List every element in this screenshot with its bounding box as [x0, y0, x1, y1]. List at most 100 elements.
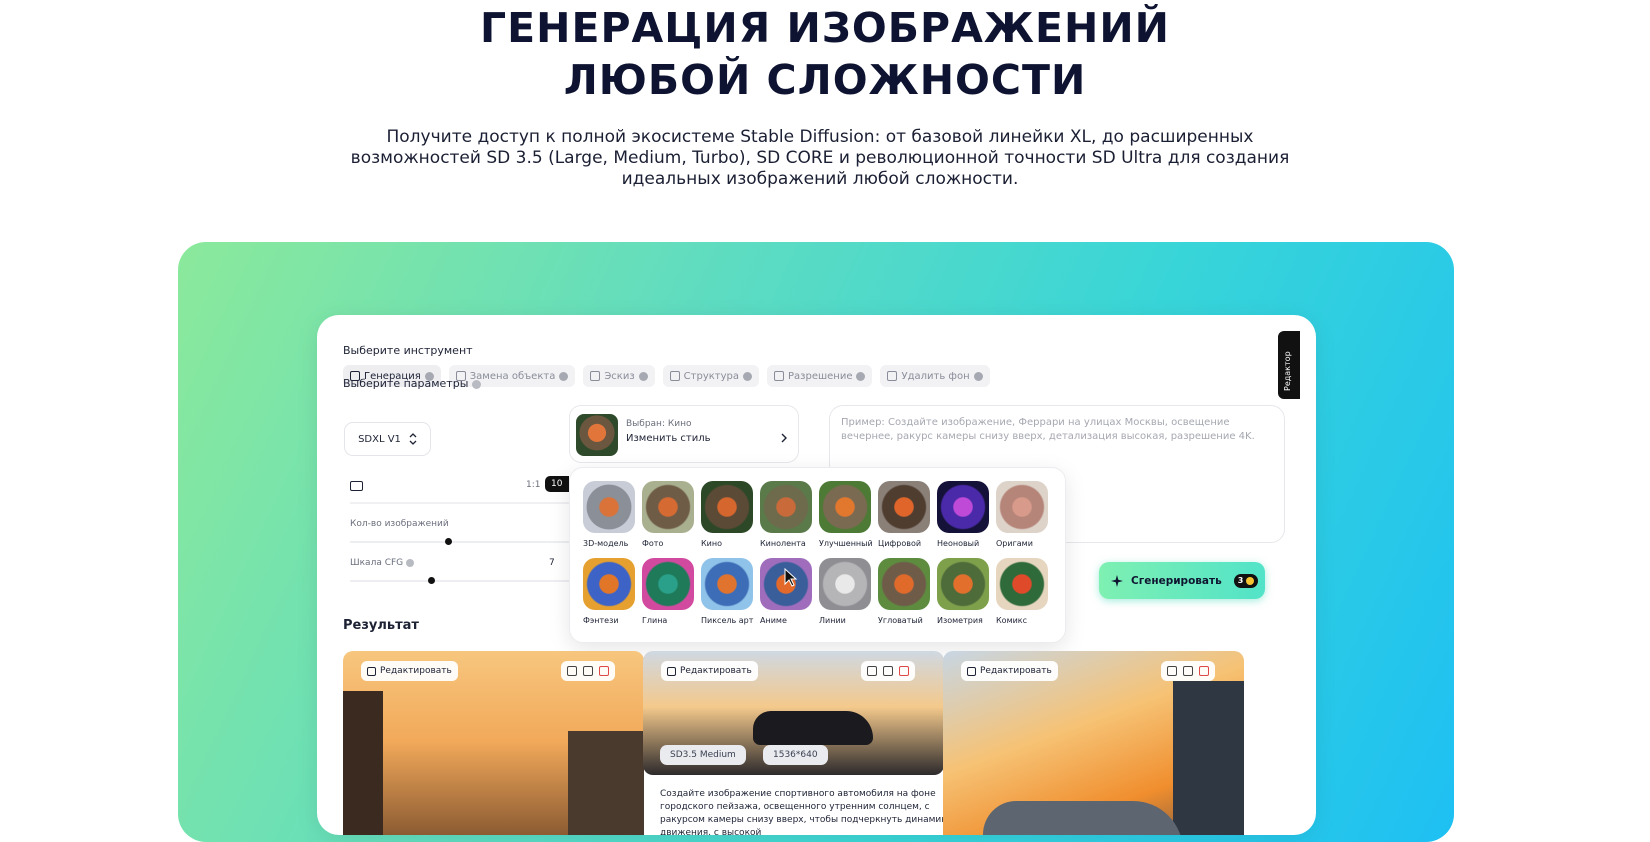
style-origami[interactable]: Оригами	[996, 481, 1050, 548]
style-lines[interactable]: Линии	[819, 558, 873, 625]
style-thumb	[583, 558, 635, 610]
style-neon[interactable]: Неоновый	[937, 481, 991, 548]
chevron-updown-icon	[409, 433, 417, 445]
model-select[interactable]: SDXL V1	[344, 422, 431, 456]
style-thumb	[937, 558, 989, 610]
edit-icon	[667, 666, 676, 676]
model-value: SDXL V1	[358, 433, 401, 445]
edit-button[interactable]: Редактировать	[661, 661, 758, 681]
style-label: Линии	[819, 616, 846, 625]
building-shape	[343, 691, 383, 835]
editor-side-tab[interactable]: Редактор	[1278, 331, 1300, 399]
style-label: Аниме	[760, 616, 787, 625]
style-selector[interactable]: Выбран: Кино Изменить стиль	[569, 405, 799, 463]
edit-button[interactable]: Редактировать	[361, 661, 458, 681]
style-thumb	[642, 481, 694, 533]
cursor-icon	[784, 568, 798, 587]
app-window: Выберите инструмент Генерация Замена объ…	[317, 315, 1316, 835]
building-shape	[1173, 681, 1244, 835]
info-icon	[856, 371, 866, 381]
style-isometric[interactable]: Изометрия	[937, 558, 991, 625]
style-label: Оригами	[996, 539, 1033, 548]
selected-style-thumb	[576, 414, 618, 456]
style-label: Кино	[701, 539, 723, 548]
result-card-1[interactable]: Редактировать	[343, 651, 644, 835]
style-clay[interactable]: Глина	[642, 558, 696, 625]
edit-icon	[967, 666, 976, 676]
tab-resolution[interactable]: Разрешение	[767, 365, 873, 387]
style-popover: 3D-модель Фото Кино Кинолента Улучшенный…	[569, 467, 1066, 643]
card-actions	[1161, 661, 1215, 681]
tab-label: Удалить фон	[901, 370, 970, 382]
style-label: Комикс	[996, 616, 1028, 625]
share-icon[interactable]	[867, 666, 877, 676]
tab-label: Разрешение	[788, 370, 853, 382]
download-icon[interactable]	[1183, 666, 1193, 676]
count-label: Кол-во изображений	[350, 519, 449, 529]
share-icon[interactable]	[567, 666, 577, 676]
card-actions	[861, 661, 915, 681]
editor-tab-label: Редактор	[1283, 351, 1292, 391]
download-icon[interactable]	[583, 666, 593, 676]
share-icon[interactable]	[1167, 666, 1177, 676]
tab-structure[interactable]: Структура	[662, 365, 760, 387]
style-photo[interactable]: Фото	[642, 481, 696, 548]
ratio-left[interactable]: 1:1	[526, 480, 540, 490]
generate-label: Сгенерировать	[1131, 574, 1222, 587]
trash-icon[interactable]	[599, 666, 609, 676]
style-thumb	[878, 481, 930, 533]
credit-count: 3	[1237, 576, 1244, 585]
params-label: Выберите параметры	[343, 377, 481, 390]
cfg-label-text: Шкала CFG	[350, 558, 404, 568]
style-cinema[interactable]: Кино	[701, 481, 755, 548]
building-shape	[568, 731, 644, 835]
cfg-slider-handle[interactable]	[428, 577, 435, 584]
tab-remove-bg[interactable]: Удалить фон	[880, 365, 990, 387]
count-slider-track[interactable]	[350, 541, 569, 543]
style-3d[interactable]: 3D-модель	[583, 481, 637, 548]
subtitle-line2: возможностей SD 3.5 (Large, Medium, Turb…	[350, 148, 1290, 168]
edit-label: Редактировать	[680, 666, 752, 676]
edit-icon	[367, 666, 376, 676]
model-tag: SD3.5 Medium	[660, 745, 746, 765]
hero-subtitle: Получите доступ к полной экосистеме Stab…	[300, 127, 1340, 190]
trash-icon[interactable]	[899, 666, 909, 676]
count-slider-handle[interactable]	[445, 538, 452, 545]
style-pixel-art[interactable]: Пиксель арт	[701, 558, 755, 625]
ratio-active[interactable]: 10	[545, 476, 569, 492]
edit-button[interactable]: Редактировать	[961, 661, 1058, 681]
style-thumb	[937, 481, 989, 533]
car-shape	[983, 801, 1183, 835]
style-comic[interactable]: Комикс	[996, 558, 1050, 625]
info-icon	[559, 371, 569, 381]
edit-label: Редактировать	[380, 666, 452, 676]
style-thumb	[878, 558, 930, 610]
style-enhanced[interactable]: Улучшенный	[819, 481, 873, 548]
style-film[interactable]: Кинолента	[760, 481, 814, 548]
sparkle-icon	[1111, 574, 1123, 587]
resize-icon	[774, 371, 785, 381]
style-label: Фото	[642, 539, 664, 548]
car-shape	[753, 711, 873, 745]
tab-sketch[interactable]: Эскиз	[583, 365, 655, 387]
style-label: Улучшенный	[819, 539, 873, 548]
info-icon	[743, 371, 753, 381]
trash-icon[interactable]	[1199, 666, 1209, 676]
style-angular[interactable]: Угловатый	[878, 558, 932, 625]
style-label: Пиксель арт	[701, 616, 754, 625]
edit-label: Редактировать	[980, 666, 1052, 676]
style-thumb	[701, 481, 753, 533]
style-digital[interactable]: Цифровой	[878, 481, 932, 548]
hero-title-line1: ГЕНЕРАЦИЯ ИЗОБРАЖЕНИЙ	[480, 4, 1170, 52]
cfg-label: Шкала CFG	[350, 558, 415, 568]
generate-button[interactable]: Сгенерировать 3	[1099, 562, 1265, 599]
change-style: Изменить стиль	[626, 433, 711, 444]
style-fantasy[interactable]: Фэнтези	[583, 558, 637, 625]
style-label: Кинолента	[760, 539, 806, 548]
coin-icon	[1246, 576, 1255, 585]
style-thumb	[819, 558, 871, 610]
layers-icon	[887, 371, 898, 381]
download-icon[interactable]	[883, 666, 893, 676]
result-card-3[interactable]: Редактировать	[943, 651, 1244, 835]
cfg-slider-track[interactable]	[350, 580, 569, 582]
